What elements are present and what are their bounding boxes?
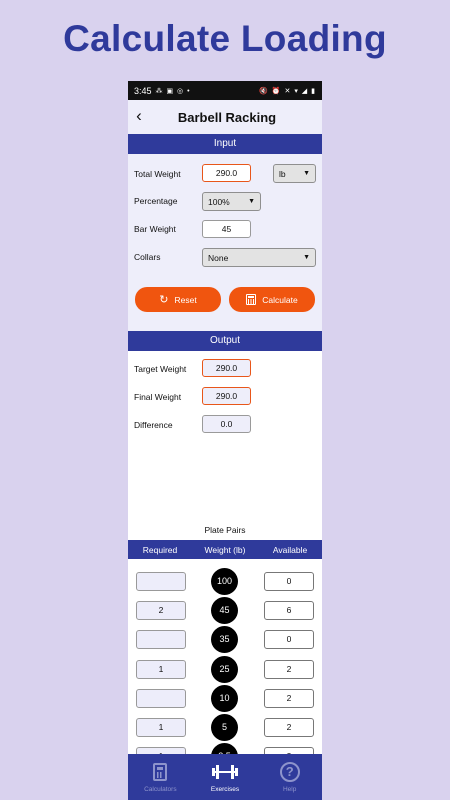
nav-exercises-label: Exercises [210,786,240,793]
nav-exercises[interactable]: Exercises [193,754,258,800]
chevron-down-icon: ▼ [303,170,310,177]
nav-calculators[interactable]: Calculators [128,754,193,800]
available-field[interactable]: 0 [264,572,314,591]
plate-pairs-title: Plate Pairs [204,525,246,535]
back-arrow-icon[interactable]: ‹ [132,106,146,126]
required-field [136,630,186,649]
plate-row: 1 5 2 [128,714,322,741]
plate-weight-badge: 45 [211,597,238,624]
percentage-value: 100% [208,196,230,207]
phone-screen: 3:45 ⁂ ▣ ◎ • 🔇 ⏰ ✕ ▾ ◢ ▮ ‹ Barbell Racki… [128,81,322,800]
plate-weight-badge: 10 [211,685,238,712]
page-title: Barbell Racking [177,109,277,125]
available-field[interactable]: 2 [264,660,314,679]
nav-help[interactable]: ? Help [257,754,322,800]
nav-calculators-label: Calculators [144,786,177,793]
input-header: Input [128,134,322,154]
status-time: 3:45 [134,85,152,96]
available-field[interactable]: 0 [264,630,314,649]
final-weight-label: Final Weight [134,392,182,402]
required-field: 1 [136,660,186,679]
plate-weight-badge: 5 [211,714,238,741]
calculator-icon [153,763,168,781]
plate-weight-badge: 35 [211,626,238,653]
available-field[interactable]: 2 [264,689,314,708]
column-weight: Weight (lb) [204,544,246,555]
target-weight-field: 290.0 [202,359,251,377]
collars-dropdown[interactable]: None ▼ [202,248,316,267]
column-required: Required [142,544,178,555]
status-right-icons: 🔇 ⏰ ✕ ▾ ◢ ▮ [259,87,316,95]
plate-weight-badge: 25 [211,656,238,683]
calculate-button[interactable]: Calculate [229,287,315,312]
difference-field: 0.0 [202,415,251,433]
total-weight-label: Total Weight [134,169,181,179]
status-left-icons: ⁂ ▣ ◎ • [155,87,191,95]
available-field[interactable]: 6 [264,601,314,620]
difference-label: Difference [134,420,173,430]
total-weight-field[interactable]: 290.0 [202,164,251,182]
dumbbell-icon [210,765,240,779]
plate-row: 35 0 [128,626,322,653]
unit-dropdown[interactable]: lb ▼ [273,164,316,183]
plate-table-header: Required Weight (lb) Available [128,540,322,559]
required-field: 2 [136,601,186,620]
reset-icon: ↻ [159,294,169,306]
input-panel: Total Weight 290.0 lb ▼ Percentage 100% … [128,154,322,331]
chevron-down-icon: ▼ [303,254,310,261]
output-header: Output [128,331,322,351]
plate-weight-badge: 100 [211,568,238,595]
calculate-label: Calculate [262,294,298,305]
final-weight-field: 290.0 [202,387,251,405]
status-bar: 3:45 ⁂ ▣ ◎ • 🔇 ⏰ ✕ ▾ ◢ ▮ [128,81,322,100]
headline: Calculate Loading [63,18,387,59]
nav-help-label: Help [282,786,297,793]
calculator-icon [246,294,257,305]
chevron-down-icon: ▼ [248,198,255,205]
collars-label: Collars [134,252,161,262]
percentage-dropdown[interactable]: 100% ▼ [202,192,261,211]
bottom-navigation: Calculators Exercises ? Help [128,754,322,800]
column-available: Available [272,544,308,555]
plate-row: 2 45 6 [128,597,322,624]
bar-weight-field[interactable]: 45 [202,220,251,238]
plate-row: 1 25 2 [128,656,322,683]
required-field [136,572,186,591]
unit-value: lb [279,168,286,179]
plate-row: 10 2 [128,685,322,712]
help-icon: ? [279,762,300,782]
required-field [136,689,186,708]
plate-row: 100 0 [128,568,322,595]
target-weight-label: Target Weight [134,364,187,374]
reset-button[interactable]: ↻ Reset [135,287,221,312]
app-bar: ‹ Barbell Racking [128,100,322,134]
required-field: 1 [136,718,186,737]
collars-value: None [208,252,229,263]
bar-weight-label: Bar Weight [134,224,176,234]
available-field[interactable]: 2 [264,718,314,737]
output-panel: Target Weight 290.0 Final Weight 290.0 D… [128,351,322,440]
percentage-label: Percentage [134,196,178,206]
reset-label: Reset [174,294,197,305]
